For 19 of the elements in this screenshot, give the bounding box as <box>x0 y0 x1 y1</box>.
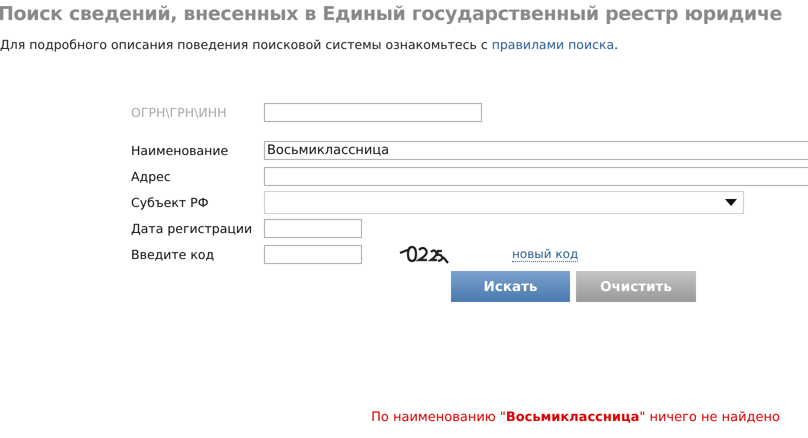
search-rules-link[interactable]: правилами поиска <box>492 37 614 52</box>
field-label: Наименование <box>131 142 230 158</box>
input-field[interactable] <box>264 166 808 186</box>
field-label: Адрес <box>131 168 172 184</box>
input-field[interactable] <box>264 244 362 264</box>
result-message: По наименованию "Восьмиклассница" ничего не найдено <box>371 410 780 425</box>
field-label: Дата регистрации <box>131 220 254 236</box>
intro-period: . <box>614 37 618 52</box>
dropdown-arrow-icon <box>725 198 737 206</box>
field-label: Введите код <box>131 246 216 262</box>
dropdown-field[interactable] <box>264 190 744 214</box>
new-code-link[interactable]: новый код <box>512 246 578 262</box>
input-field[interactable] <box>264 218 362 238</box>
field-label: Субъект РФ <box>131 194 210 210</box>
page-title: Поиск сведений, внесенных в Единый государственный реестр юридиче <box>0 2 784 25</box>
intro-text: Для подробного описания поведения поисковой системы ознакомьтесь с <box>0 37 488 52</box>
input-field[interactable]: Восьмиклассница <box>264 140 808 160</box>
search-button[interactable]: Искать <box>451 271 570 302</box>
field-label: ОГРН\ГРН\ИНН <box>131 104 228 120</box>
